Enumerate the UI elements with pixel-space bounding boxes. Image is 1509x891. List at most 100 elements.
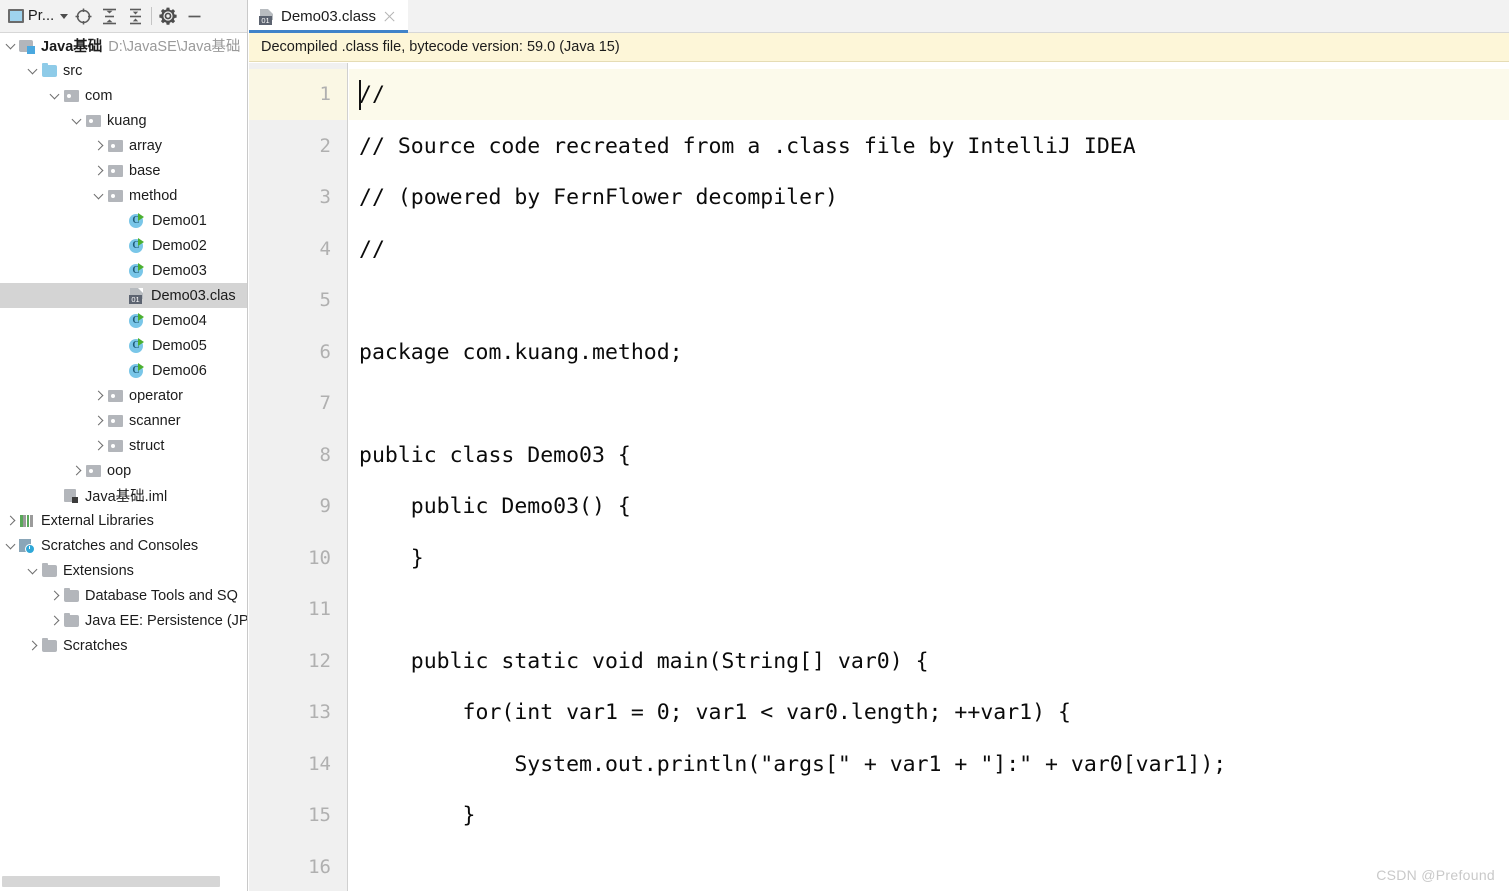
chevron-down-icon[interactable]	[48, 89, 61, 102]
line-number: 7	[319, 392, 331, 414]
tree-item-javaee[interactable]: Java EE: Persistence (JP	[0, 608, 247, 633]
package-folder-icon	[107, 413, 124, 429]
chevron-right-icon[interactable]	[92, 139, 105, 152]
tree-item-scanner[interactable]: scanner	[0, 408, 247, 433]
tree-item-label: Scratches and Consoles	[41, 537, 199, 554]
tree-item-path: D:\JavaSE\Java基础	[108, 39, 241, 55]
tree-item-label: oop	[107, 462, 132, 479]
tree-item-label: Demo01	[152, 212, 207, 229]
tree-item-label: kuang	[107, 112, 147, 129]
chevron-right-icon[interactable]	[48, 614, 61, 627]
expand-all-icon	[102, 8, 116, 24]
expand-all-button[interactable]	[96, 3, 122, 29]
tree-item-oop[interactable]: oop	[0, 458, 247, 483]
tab-demo03-class[interactable]: 01 Demo03.class	[249, 0, 409, 33]
line-number: 9	[319, 495, 331, 517]
tree-item-base[interactable]: base	[0, 158, 247, 183]
tree-item-demo03[interactable]: C Demo03	[0, 258, 247, 283]
java-class-icon: C	[129, 337, 147, 354]
tree-item-demo05[interactable]: C Demo05	[0, 333, 247, 358]
chevron-right-icon[interactable]	[92, 389, 105, 402]
class-file-icon: 01	[129, 287, 146, 304]
java-class-icon: C	[129, 312, 147, 329]
chevron-down-icon[interactable]	[26, 64, 39, 77]
chevron-right-icon[interactable]	[48, 589, 61, 602]
chevron-down-icon[interactable]	[4, 539, 17, 552]
close-icon[interactable]	[383, 10, 396, 23]
tree-item-label: Demo02	[152, 237, 207, 254]
code-editor[interactable]: 1 2 3 4 5 6 7 8 9 10 11 12 13 14 15 16 //// Source code…	[249, 63, 1509, 891]
folder-icon	[41, 637, 58, 654]
tree-item-label: Demo03.clas	[151, 287, 236, 304]
tree-item-iml[interactable]: Java基础.iml	[0, 483, 247, 508]
tree-item-src[interactable]: src	[0, 58, 247, 83]
intellij-idea-window: Pr... Java基础 D:\JavaSE\Java基础 src com ku…	[0, 0, 1509, 891]
tree-item-demo03class[interactable]: 01 Demo03.clas	[0, 283, 247, 308]
chevron-right-icon[interactable]	[92, 414, 105, 427]
code-content[interactable]: // // Source code recreated from a .class…	[349, 63, 1509, 891]
project-tree[interactable]: Java基础 D:\JavaSE\Java基础 src com kuang array ba…	[0, 33, 247, 867]
editor-area: 01 Demo03.class Decompiled .class file, …	[249, 0, 1509, 891]
project-panel-title: Pr...	[28, 8, 55, 24]
collapse-all-button[interactable]	[122, 3, 148, 29]
chevron-down-icon[interactable]	[26, 564, 39, 577]
java-class-icon: C	[129, 212, 147, 229]
tree-item-demo01[interactable]: C Demo01	[0, 208, 247, 233]
folder-icon	[63, 612, 80, 629]
scratches-icon	[19, 538, 36, 554]
tree-item-method[interactable]: method	[0, 183, 247, 208]
tree-item-label: Demo03	[152, 262, 207, 279]
tree-item-dbtools[interactable]: Database Tools and SQ	[0, 583, 247, 608]
tree-item-label: Java基础	[41, 39, 103, 55]
line-number: 1	[319, 83, 331, 105]
tree-item-scratchdir[interactable]: Scratches	[0, 633, 247, 658]
package-folder-icon	[107, 163, 124, 179]
chevron-down-icon[interactable]	[70, 114, 83, 127]
chevron-down-icon[interactable]	[92, 189, 105, 202]
line-number: 16	[308, 855, 331, 878]
tree-item-root[interactable]: Java基础 D:\JavaSE\Java基础	[0, 33, 247, 58]
tree-item-kuang[interactable]: kuang	[0, 108, 247, 133]
tab-label: Demo03.class	[281, 8, 377, 25]
tree-item-struct[interactable]: struct	[0, 433, 247, 458]
tree-item-com[interactable]: com	[0, 83, 247, 108]
tree-item-demo02[interactable]: C Demo02	[0, 233, 247, 258]
scrollbar-thumb[interactable]	[2, 876, 220, 887]
chevron-right-icon[interactable]	[92, 439, 105, 452]
tree-item-demo06[interactable]: C Demo06	[0, 358, 247, 383]
package-folder-icon	[107, 138, 124, 154]
tree-item-operator[interactable]: operator	[0, 383, 247, 408]
chevron-right-icon[interactable]	[92, 164, 105, 177]
tree-item-label: Extensions	[63, 562, 134, 579]
iml-file-icon	[63, 488, 80, 504]
line-number: 8	[319, 443, 331, 466]
tree-item-demo04[interactable]: C Demo04	[0, 308, 247, 333]
chevron-right-icon[interactable]	[26, 639, 39, 652]
project-view-selector[interactable]: Pr...	[6, 6, 70, 26]
tree-item-label: Database Tools and SQ	[85, 587, 238, 604]
chevron-down-icon[interactable]	[4, 39, 17, 52]
project-window-icon	[8, 9, 24, 23]
chevron-right-icon[interactable]	[70, 464, 83, 477]
tree-item-label: External Libraries	[41, 512, 154, 529]
tree-item-array[interactable]: array	[0, 133, 247, 158]
chevron-right-icon[interactable]	[4, 514, 17, 527]
line-number: 11	[308, 598, 331, 620]
settings-button[interactable]	[155, 3, 181, 29]
hide-button[interactable]	[181, 3, 207, 29]
line-number-gutter[interactable]: 1 2 3 4 5 6 7 8 9 10 11 12 13 14 15 16	[249, 63, 348, 891]
tree-item-scratches[interactable]: Scratches and Consoles	[0, 533, 247, 558]
tree-item-extlibs[interactable]: External Libraries	[0, 508, 247, 533]
code-line: }	[359, 545, 424, 571]
locate-in-tree-button[interactable]	[70, 3, 96, 29]
line-number: 13	[308, 701, 331, 723]
project-tree-horizontal-scrollbar[interactable]	[0, 866, 247, 891]
code-line: package com.kuang.method;	[359, 339, 683, 365]
external-libraries-icon	[19, 513, 36, 529]
tree-item-extensions[interactable]: Extensions	[0, 558, 247, 583]
module-icon	[19, 38, 36, 54]
tree-item-label: struct	[129, 437, 165, 454]
